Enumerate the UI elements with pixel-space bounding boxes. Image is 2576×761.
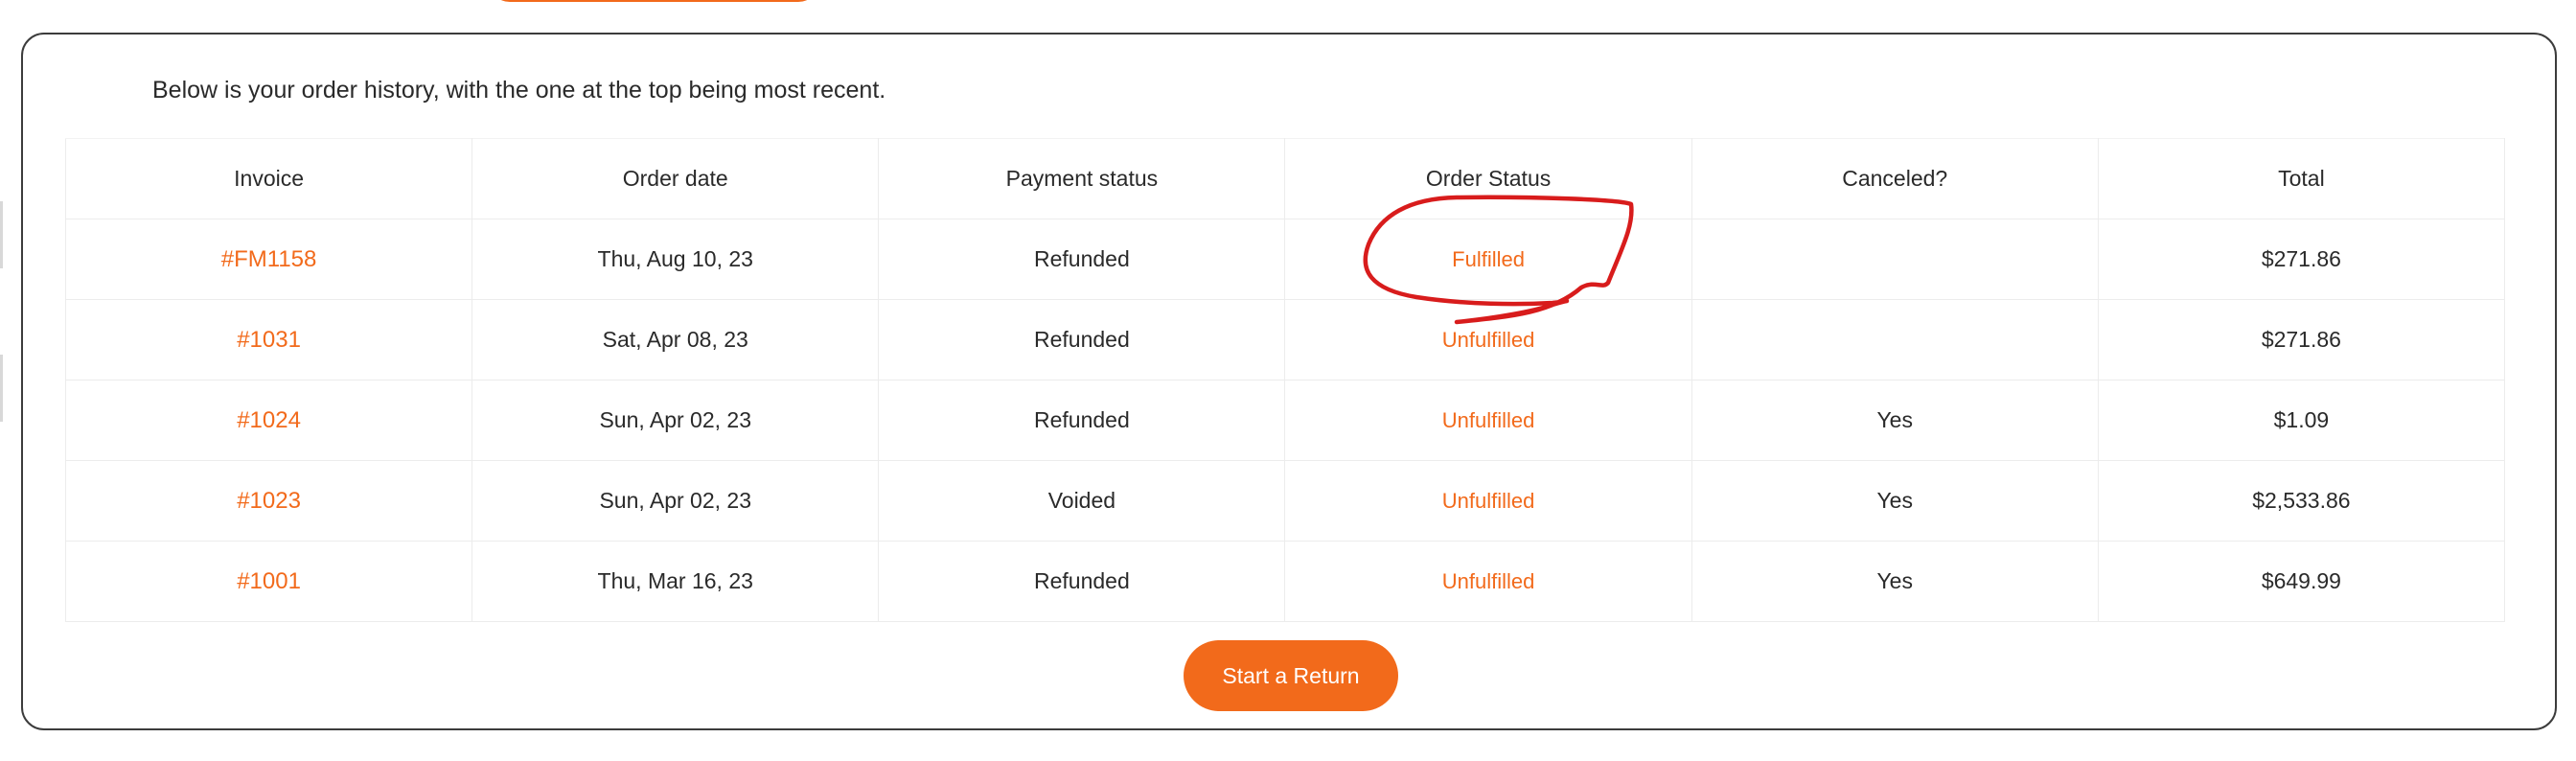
payment-status-cell: Refunded bbox=[878, 541, 1286, 622]
payment-status-cell: Refunded bbox=[878, 299, 1286, 380]
start-return-button[interactable]: Start a Return bbox=[1184, 640, 1398, 711]
table-row: #1001 Thu, Mar 16, 23 Refunded Unfulfill… bbox=[64, 541, 2506, 622]
invoice-cell: #1023 bbox=[64, 460, 473, 542]
canceled-cell: Yes bbox=[1690, 380, 2099, 461]
column-header-order-date: Order date bbox=[472, 138, 880, 219]
column-header-total: Total bbox=[2097, 138, 2506, 219]
order-history-card: Below is your order history, with the on… bbox=[21, 33, 2557, 730]
invoice-link[interactable]: #1023 bbox=[237, 488, 301, 514]
order-date-cell: Thu, Aug 10, 23 bbox=[472, 219, 880, 300]
order-date-cell: Sat, Apr 08, 23 bbox=[472, 299, 880, 380]
invoice-link[interactable]: #1031 bbox=[237, 327, 301, 353]
order-history-table: Invoice Order date Payment status Order … bbox=[64, 138, 2506, 622]
order-status-text: Unfulfilled bbox=[1441, 569, 1535, 593]
payment-status-cell: Voided bbox=[878, 460, 1286, 542]
invoice-cell: #FM1158 bbox=[64, 219, 473, 300]
column-header-order-status: Order Status bbox=[1284, 138, 1692, 219]
invoice-link[interactable]: #1024 bbox=[237, 407, 301, 433]
total-cell: $271.86 bbox=[2097, 299, 2506, 380]
invoice-cell: #1031 bbox=[64, 299, 473, 380]
column-header-canceled: Canceled? bbox=[1690, 138, 2099, 219]
total-cell: $649.99 bbox=[2097, 541, 2506, 622]
order-history-intro: Below is your order history, with the on… bbox=[152, 77, 886, 104]
canceled-cell: Yes bbox=[1690, 460, 2099, 542]
order-status-cell: Unfulfilled bbox=[1284, 380, 1692, 461]
canceled-cell bbox=[1690, 219, 2099, 300]
total-cell: $271.86 bbox=[2097, 219, 2506, 300]
canceled-cell bbox=[1690, 299, 2099, 380]
payment-status-cell: Refunded bbox=[878, 380, 1286, 461]
order-status-cell: Fulfilled bbox=[1284, 219, 1692, 300]
left-edge-divider bbox=[0, 201, 3, 268]
invoice-link[interactable]: #1001 bbox=[237, 568, 301, 594]
order-status-text: Unfulfilled bbox=[1441, 328, 1535, 352]
canceled-cell: Yes bbox=[1690, 541, 2099, 622]
column-header-payment-status: Payment status bbox=[878, 138, 1286, 219]
order-date-cell: Sun, Apr 02, 23 bbox=[472, 460, 880, 542]
left-edge-divider bbox=[0, 355, 3, 422]
order-status-cell: Unfulfilled bbox=[1284, 299, 1692, 380]
total-cell: $1.09 bbox=[2097, 380, 2506, 461]
invoice-cell: #1024 bbox=[64, 380, 473, 461]
order-date-cell: Sun, Apr 02, 23 bbox=[472, 380, 880, 461]
order-status-cell: Unfulfilled bbox=[1284, 460, 1692, 542]
table-row: #1023 Sun, Apr 02, 23 Voided Unfulfilled… bbox=[64, 460, 2506, 542]
column-header-invoice: Invoice bbox=[64, 138, 473, 219]
order-date-cell: Thu, Mar 16, 23 bbox=[472, 541, 880, 622]
payment-status-cell: Refunded bbox=[878, 219, 1286, 300]
invoice-cell: #1001 bbox=[64, 541, 473, 622]
top-button-partial[interactable] bbox=[489, 0, 819, 2]
order-status-text: Fulfilled bbox=[1452, 247, 1525, 271]
order-status-text: Unfulfilled bbox=[1441, 489, 1535, 513]
total-cell: $2,533.86 bbox=[2097, 460, 2506, 542]
table-row: #1024 Sun, Apr 02, 23 Refunded Unfulfill… bbox=[64, 380, 2506, 461]
order-status-cell: Unfulfilled bbox=[1284, 541, 1692, 622]
table-row: #1031 Sat, Apr 08, 23 Refunded Unfulfill… bbox=[64, 299, 2506, 380]
order-status-text: Unfulfilled bbox=[1441, 408, 1535, 432]
table-row: #FM1158 Thu, Aug 10, 23 Refunded Fulfill… bbox=[64, 219, 2506, 300]
invoice-link[interactable]: #FM1158 bbox=[221, 246, 317, 272]
table-header-row: Invoice Order date Payment status Order … bbox=[64, 138, 2506, 219]
